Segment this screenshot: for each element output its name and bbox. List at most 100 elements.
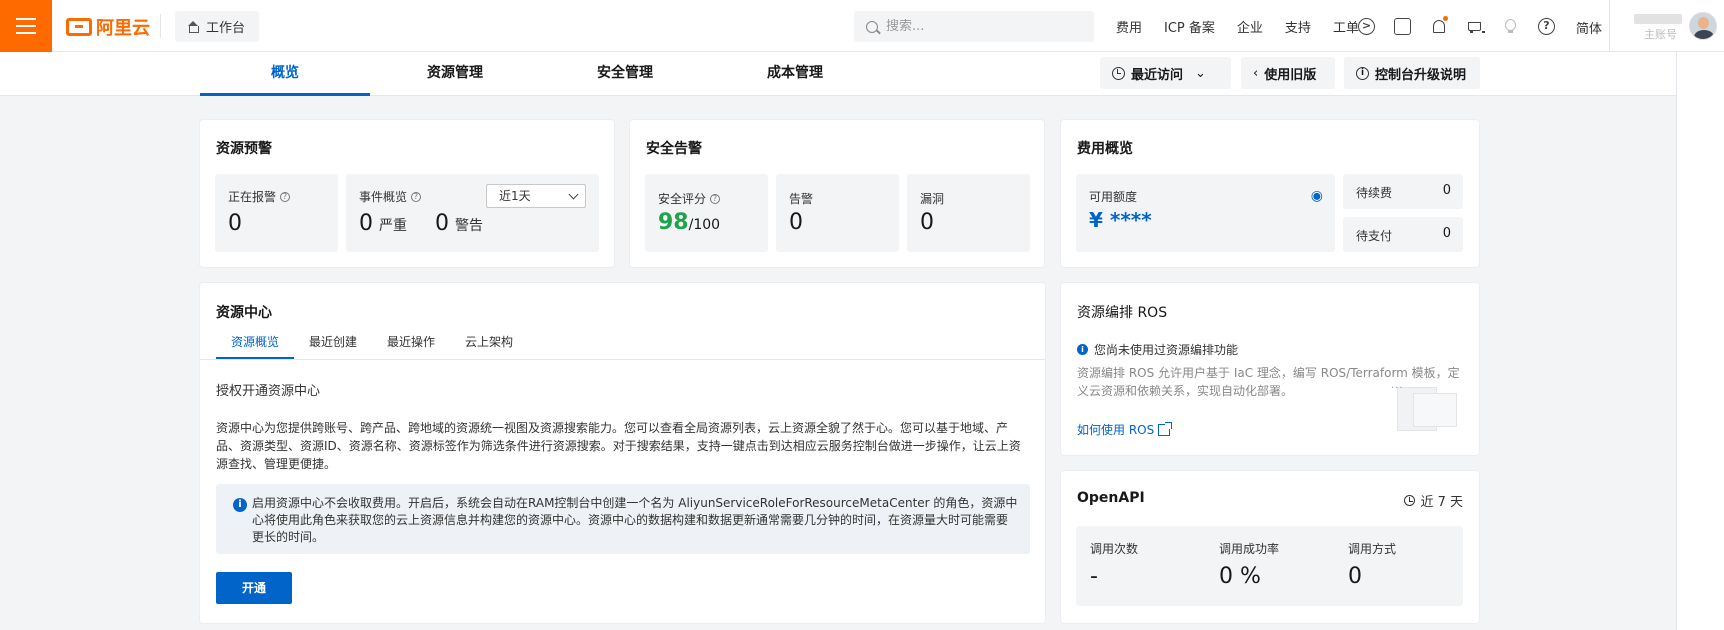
openapi-card: OpenAPI 近 7 天 调用次数 - 调用成功率 0 % 调用方式 0	[1061, 471, 1479, 623]
top-navigation-bar: 阿里云 工作台 费用 ICP 备案 企业 支持 工单 > ? 简体 主账号	[0, 0, 1724, 52]
info-icon: i	[233, 498, 247, 512]
search-icon	[866, 20, 878, 33]
top-icon-group: > ?	[1358, 0, 1555, 52]
card-title: 资源编排 ROS	[1077, 305, 1168, 321]
stat-label: 待支付	[1356, 229, 1393, 243]
card-title: 资源预警	[216, 141, 272, 157]
stat-label: 正在报警?	[228, 188, 291, 205]
enable-button[interactable]: 开通	[216, 572, 292, 604]
aliyun-logo-mark-icon	[66, 18, 92, 36]
serious-count[interactable]: 0	[359, 211, 373, 236]
stat-value: 0	[1442, 226, 1451, 241]
credit-value: ¥ ****	[1089, 208, 1152, 232]
right-side-strip	[1676, 52, 1724, 630]
tab-recent-operations[interactable]: 最近操作	[372, 331, 450, 359]
search-input[interactable]	[886, 19, 1076, 34]
alarming-stat[interactable]: 正在报警? 0	[215, 174, 338, 252]
notification-dot	[1443, 15, 1448, 21]
ros-status: i 您尚未使用过资源编排功能	[1077, 341, 1238, 358]
score-max: /100	[688, 217, 721, 233]
info-notice: i 启用资源中心不会收取费用。开启后，系统会自动在RAM控制台中创建一个名为 A…	[216, 484, 1030, 554]
tab-recent-created[interactable]: 最近创建	[294, 331, 372, 359]
tab-cloud-architecture[interactable]: 云上架构	[450, 331, 528, 359]
link-fees[interactable]: 费用	[1116, 17, 1142, 36]
tab-overview[interactable]: 概览	[200, 52, 370, 96]
serious-label: 严重	[379, 218, 407, 234]
chevron-down-icon	[568, 189, 579, 200]
hamburger-menu-button[interactable]	[0, 0, 52, 52]
illustration-dots: ···	[1391, 383, 1404, 394]
stat-value: 0	[789, 210, 803, 235]
success-rate-label: 调用成功率	[1219, 542, 1280, 556]
stat-value: 0	[228, 211, 242, 236]
tab-security-management[interactable]: 安全管理	[540, 52, 710, 96]
how-to-use-ros-link[interactable]: 如何使用 ROS	[1077, 421, 1173, 438]
security-alert-card: 安全告警 安全评分? 98/100 告警 0 漏洞 0	[630, 120, 1044, 267]
search-box[interactable]	[854, 11, 1094, 42]
cart-icon[interactable]	[1466, 18, 1485, 35]
description-text: 资源中心为您提供跨账号、跨产品、跨地域的资源统一视图及资源搜索能力。您可以查看全…	[216, 421, 1021, 471]
upgrade-note-label: 控制台升级说明	[1375, 67, 1467, 83]
alarm-stat[interactable]: 告警 0	[776, 174, 899, 252]
stat-label: 待续费	[1356, 186, 1393, 200]
warning-count[interactable]: 0	[435, 211, 449, 236]
aliyun-logo[interactable]: 阿里云	[66, 16, 150, 39]
terminal-icon[interactable]	[1394, 17, 1411, 35]
card-title: 资源中心	[216, 305, 272, 321]
old-version-button[interactable]: ‹ 使用旧版	[1241, 57, 1335, 89]
upgrade-note-button[interactable]: i 控制台升级说明	[1344, 57, 1480, 89]
severity-counts: 0 严重 0 警告	[359, 211, 483, 236]
bell-icon[interactable]	[1430, 15, 1448, 35]
account-name[interactable]: 主账号	[1634, 14, 1690, 41]
resource-alert-card: 资源预警 正在报警? 0 事件概览? 近1天 0 严重 0 警告	[200, 120, 614, 267]
stat-value: 0	[920, 210, 934, 235]
cloud-shell-icon[interactable]: >	[1358, 17, 1375, 35]
language-switch[interactable]: 简体	[1576, 18, 1602, 37]
security-score-stat[interactable]: 安全评分? 98/100	[645, 174, 768, 252]
time-range-select[interactable]: 近1天	[486, 184, 586, 208]
workbench-button[interactable]: 工作台	[175, 11, 260, 42]
time-range-label: 近 7 天	[1420, 495, 1463, 510]
top-links: 费用 ICP 备案 企业 支持 工单	[1116, 0, 1381, 52]
calls-value: -	[1090, 564, 1098, 589]
link-enterprise[interactable]: 企业	[1237, 17, 1263, 36]
recent-visit-button[interactable]: 最近访问 ⌄	[1100, 57, 1231, 89]
eye-icon[interactable]: ◉	[1311, 188, 1323, 204]
link-text: 如何使用 ROS	[1077, 423, 1155, 437]
tab-resource-overview[interactable]: 资源概览	[216, 331, 295, 359]
help-icon[interactable]: ?	[1538, 17, 1555, 35]
link-support[interactable]: 支持	[1285, 17, 1311, 36]
stat-label: 可用额度	[1089, 190, 1138, 204]
available-credit-stat: 可用额度 ◉ ¥ ****	[1076, 174, 1335, 252]
tab-cost-management[interactable]: 成本管理	[710, 52, 880, 96]
calls-label: 调用次数	[1090, 542, 1139, 556]
tab-resource-management[interactable]: 资源管理	[370, 52, 540, 96]
avatar[interactable]	[1689, 12, 1717, 40]
ros-card: 资源编排 ROS i 您尚未使用过资源编排功能 资源编排 ROS 允许用户基于 …	[1061, 283, 1479, 455]
call-method-value: 0	[1348, 564, 1362, 589]
old-version-label: 使用旧版	[1264, 67, 1317, 83]
workbench-label: 工作台	[206, 21, 246, 36]
section-heading: 授权开通资源中心	[216, 384, 321, 399]
card-title: 费用概览	[1077, 141, 1133, 157]
main-tab-bar: 概览 资源管理 安全管理 成本管理 最近访问 ⌄ ‹ 使用旧版 i 控制台升级说…	[0, 52, 1676, 96]
documents-illustration: ···	[1387, 383, 1459, 433]
vulnerability-stat[interactable]: 漏洞 0	[907, 174, 1030, 252]
divider	[160, 14, 161, 38]
card-title: OpenAPI	[1077, 490, 1145, 506]
link-ticket[interactable]: 工单	[1333, 17, 1359, 36]
time-range[interactable]: 近 7 天	[1404, 491, 1463, 510]
link-icp[interactable]: ICP 备案	[1164, 17, 1215, 36]
pending-payment-stat[interactable]: 待支付 0	[1343, 217, 1463, 252]
card-title: 安全告警	[646, 141, 702, 157]
home-icon	[187, 21, 199, 33]
lightbulb-icon[interactable]	[1502, 18, 1519, 35]
pending-renewal-stat[interactable]: 待续费 0	[1343, 174, 1463, 209]
cost-overview-card: 费用概览 可用额度 ◉ ¥ **** 待续费 0 待支付 0	[1061, 120, 1479, 267]
stat-label: 漏洞	[920, 192, 945, 206]
stat-label: 安全评分?	[658, 190, 721, 207]
account-type: 主账号	[1644, 28, 1677, 41]
question-icon: ?	[280, 191, 291, 202]
warning-label: 警告	[455, 218, 483, 234]
tab-underline-divider	[200, 359, 1045, 360]
